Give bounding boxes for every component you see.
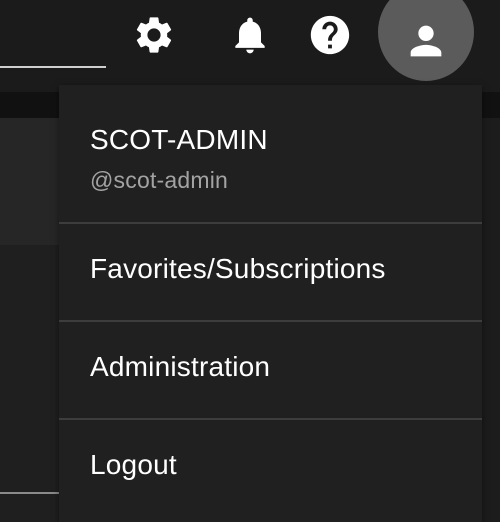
menu-item-logout[interactable]: Logout [59,449,482,481]
bell-icon[interactable] [225,10,275,60]
gear-icon[interactable] [129,10,179,60]
user-icon [410,25,442,57]
menu-divider [59,418,482,420]
user-name: SCOT-ADMIN [90,124,268,155]
user-menu-button[interactable] [378,0,474,81]
user-dropdown-menu: SCOT-ADMIN @scot-admin Favorites/Subscri… [59,85,482,522]
background-panel [0,118,60,245]
user-handle: @scot-admin [90,167,229,193]
top-navigation-bar [0,0,500,92]
background-divider [0,492,60,494]
background-content [0,245,60,522]
help-icon[interactable] [305,10,355,60]
menu-divider [59,320,482,322]
menu-divider [59,222,482,224]
menu-item-administration[interactable]: Administration [59,351,482,383]
search-field-underline[interactable] [0,66,106,68]
menu-item-favorites-subscriptions[interactable]: Favorites/Subscriptions [59,253,482,285]
